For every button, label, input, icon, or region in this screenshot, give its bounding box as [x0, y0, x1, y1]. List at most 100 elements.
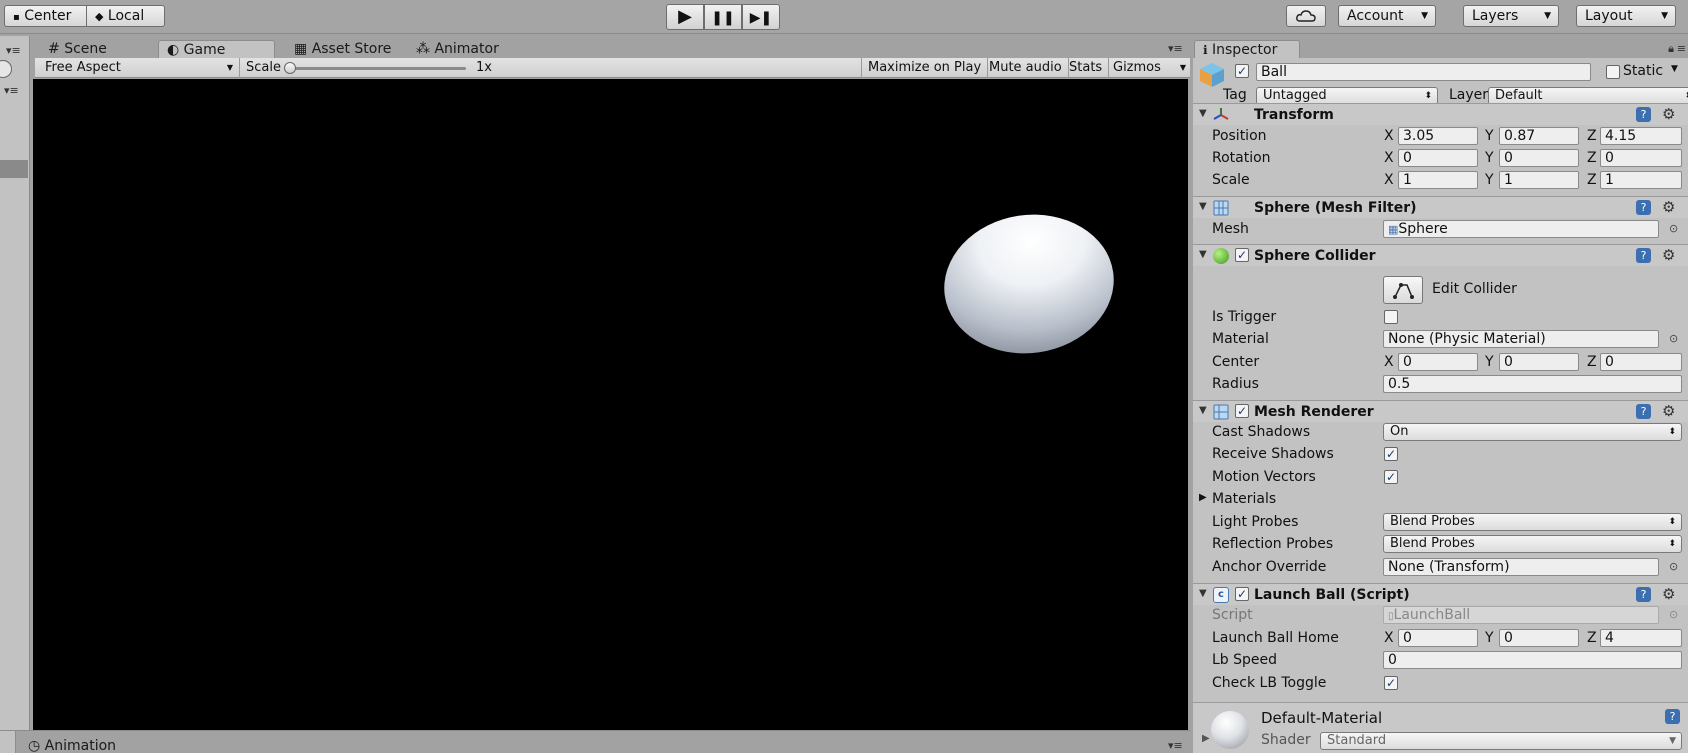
- collider-material-field[interactable]: None (Physic Material): [1383, 330, 1659, 348]
- material-section[interactable]: Default-Material ▶ Shader Standard ▼ ?: [1193, 702, 1688, 753]
- fold-open-icon[interactable]: ▼: [1199, 249, 1207, 260]
- scale-x-field[interactable]: 1: [1398, 171, 1478, 189]
- rotation-x-field[interactable]: 0: [1398, 149, 1478, 167]
- lb-speed-field[interactable]: 0: [1383, 651, 1682, 669]
- home-y-field[interactable]: 0: [1499, 629, 1579, 647]
- search-field-icon[interactable]: [0, 60, 12, 78]
- fold-closed-icon[interactable]: ▶: [1202, 733, 1210, 744]
- space-local-button[interactable]: ◆ Local: [86, 5, 165, 27]
- position-x-field[interactable]: 3.05: [1398, 127, 1478, 145]
- is-trigger-checkbox[interactable]: [1384, 310, 1398, 324]
- scale-slider-track[interactable]: [284, 67, 466, 70]
- object-picker-icon[interactable]: ⊙: [1669, 222, 1678, 235]
- center-x-field[interactable]: 0: [1398, 353, 1478, 371]
- edit-collider-button[interactable]: [1383, 276, 1423, 304]
- shader-dropdown[interactable]: Standard ▼: [1320, 732, 1682, 750]
- fold-closed-icon[interactable]: ▶: [1199, 492, 1207, 503]
- hierarchy-selected-row[interactable]: [0, 160, 28, 178]
- tab-inspector[interactable]: ℹ Inspector: [1194, 40, 1300, 59]
- layers-dropdown[interactable]: Layers ▼: [1463, 5, 1559, 27]
- rotation-z-field[interactable]: 0: [1600, 149, 1682, 167]
- create-menu-icon[interactable]: ▾≡: [4, 84, 19, 97]
- gear-icon[interactable]: ⚙: [1662, 402, 1675, 420]
- help-icon[interactable]: ?: [1636, 587, 1651, 602]
- static-chevron-icon[interactable]: ▼: [1671, 64, 1678, 74]
- object-name-field[interactable]: Ball: [1256, 63, 1591, 81]
- mesh-renderer-header[interactable]: ▼ ✓ Mesh Renderer ? ⚙: [1193, 400, 1688, 422]
- panel-menu-icon[interactable]: ≡: [1677, 42, 1686, 55]
- panel-menu-icon[interactable]: ▾≡: [1168, 42, 1183, 55]
- help-icon[interactable]: ?: [1636, 404, 1651, 419]
- gear-icon[interactable]: ⚙: [1662, 105, 1675, 123]
- reflection-probes-dropdown[interactable]: Blend Probes ⬍: [1383, 535, 1682, 553]
- mesh-renderer-enabled-checkbox[interactable]: ✓: [1235, 404, 1249, 418]
- account-dropdown[interactable]: Account ▼: [1338, 5, 1436, 27]
- cast-shadows-dropdown[interactable]: On ⬍: [1383, 423, 1682, 441]
- home-x-field[interactable]: 0: [1398, 629, 1478, 647]
- layer-label: Layer: [1449, 87, 1489, 103]
- receive-shadows-checkbox[interactable]: ✓: [1384, 447, 1398, 461]
- shader-value: Standard: [1327, 733, 1387, 748]
- mesh-object-field[interactable]: ▦Sphere: [1383, 220, 1659, 238]
- pause-button[interactable]: ❚❚: [704, 4, 742, 30]
- lock-icon[interactable]: 🔒︎: [1668, 42, 1674, 56]
- check-lb-toggle-checkbox[interactable]: ✓: [1384, 676, 1398, 690]
- play-button[interactable]: ▶: [666, 4, 704, 30]
- rotation-y-field[interactable]: 0: [1499, 149, 1579, 167]
- scale-slider-handle[interactable]: [284, 62, 296, 74]
- center-y-field[interactable]: 0: [1499, 353, 1579, 371]
- light-probes-dropdown[interactable]: Blend Probes ⬍: [1383, 513, 1682, 531]
- tab-game[interactable]: ◐ Game: [158, 40, 275, 59]
- layout-dropdown[interactable]: Layout ▼: [1576, 5, 1676, 27]
- materials-row[interactable]: ▶ Materials: [1193, 489, 1688, 510]
- fold-open-icon[interactable]: ▼: [1199, 588, 1207, 599]
- gizmos-dropdown[interactable]: Gizmos ▼: [1107, 58, 1190, 78]
- sphere-collider-enabled-checkbox[interactable]: ✓: [1235, 248, 1249, 262]
- launch-ball-enabled-checkbox[interactable]: ✓: [1235, 587, 1249, 601]
- game-viewport[interactable]: [33, 79, 1188, 730]
- home-z-field[interactable]: 4: [1600, 629, 1682, 647]
- motion-vectors-checkbox[interactable]: ✓: [1384, 470, 1398, 484]
- tab-animation[interactable]: ◷ Animation: [20, 737, 116, 753]
- static-checkbox[interactable]: [1606, 65, 1620, 79]
- fold-open-icon[interactable]: ▼: [1199, 201, 1207, 212]
- help-icon[interactable]: ?: [1636, 200, 1651, 215]
- object-name-value: Ball: [1261, 64, 1287, 80]
- gear-icon[interactable]: ⚙: [1662, 585, 1675, 603]
- help-icon[interactable]: ?: [1636, 107, 1651, 122]
- help-icon[interactable]: ?: [1636, 248, 1651, 263]
- panel-menu-icon[interactable]: ▾≡: [1168, 739, 1183, 752]
- aspect-dropdown[interactable]: Free Aspect ▼: [35, 58, 240, 78]
- tab-scene[interactable]: # Scene: [40, 40, 145, 59]
- object-picker-icon[interactable]: ⊙: [1669, 332, 1678, 345]
- tab-animator[interactable]: ⁂ Animator: [408, 40, 518, 59]
- mesh-filter-header[interactable]: ▼ Sphere (Mesh Filter) ? ⚙: [1193, 196, 1688, 218]
- help-icon[interactable]: ?: [1665, 709, 1680, 724]
- anchor-override-field[interactable]: None (Transform): [1383, 558, 1659, 576]
- position-z-field[interactable]: 4.15: [1600, 127, 1682, 145]
- home-z-value: 4: [1605, 630, 1614, 646]
- fold-open-icon[interactable]: ▼: [1199, 108, 1207, 119]
- transform-header[interactable]: ▼ Transform ? ⚙: [1193, 103, 1688, 125]
- tab-asset-store[interactable]: ▦ Asset Store: [286, 40, 404, 59]
- launch-ball-header[interactable]: ▼ c ✓ Launch Ball (Script) ? ⚙: [1193, 583, 1688, 605]
- cloud-button[interactable]: [1286, 5, 1326, 27]
- gear-icon[interactable]: ⚙: [1662, 198, 1675, 216]
- center-z-field[interactable]: 0: [1600, 353, 1682, 371]
- gear-icon[interactable]: ⚙: [1662, 246, 1675, 264]
- position-y-field[interactable]: 0.87: [1499, 127, 1579, 145]
- fold-open-icon[interactable]: ▼: [1199, 405, 1207, 416]
- stats-toggle[interactable]: Stats: [1063, 58, 1110, 78]
- home-x-value: 0: [1403, 630, 1412, 646]
- sphere-collider-header[interactable]: ▼ ✓ Sphere Collider ? ⚙: [1193, 244, 1688, 266]
- active-checkbox[interactable]: ✓: [1235, 64, 1249, 78]
- scale-z-field[interactable]: 1: [1600, 171, 1682, 189]
- object-picker-icon[interactable]: ⊙: [1669, 560, 1678, 573]
- scale-y-field[interactable]: 1: [1499, 171, 1579, 189]
- step-button[interactable]: ▶❚: [742, 4, 780, 30]
- panel-menu-icon[interactable]: ▾≡: [6, 44, 21, 57]
- radius-field[interactable]: 0.5: [1383, 375, 1682, 393]
- maximize-on-play-toggle[interactable]: Maximize on Play: [861, 58, 989, 78]
- mute-audio-toggle[interactable]: Mute audio: [983, 58, 1069, 78]
- pivot-center-button[interactable]: ▪ Center: [4, 5, 87, 27]
